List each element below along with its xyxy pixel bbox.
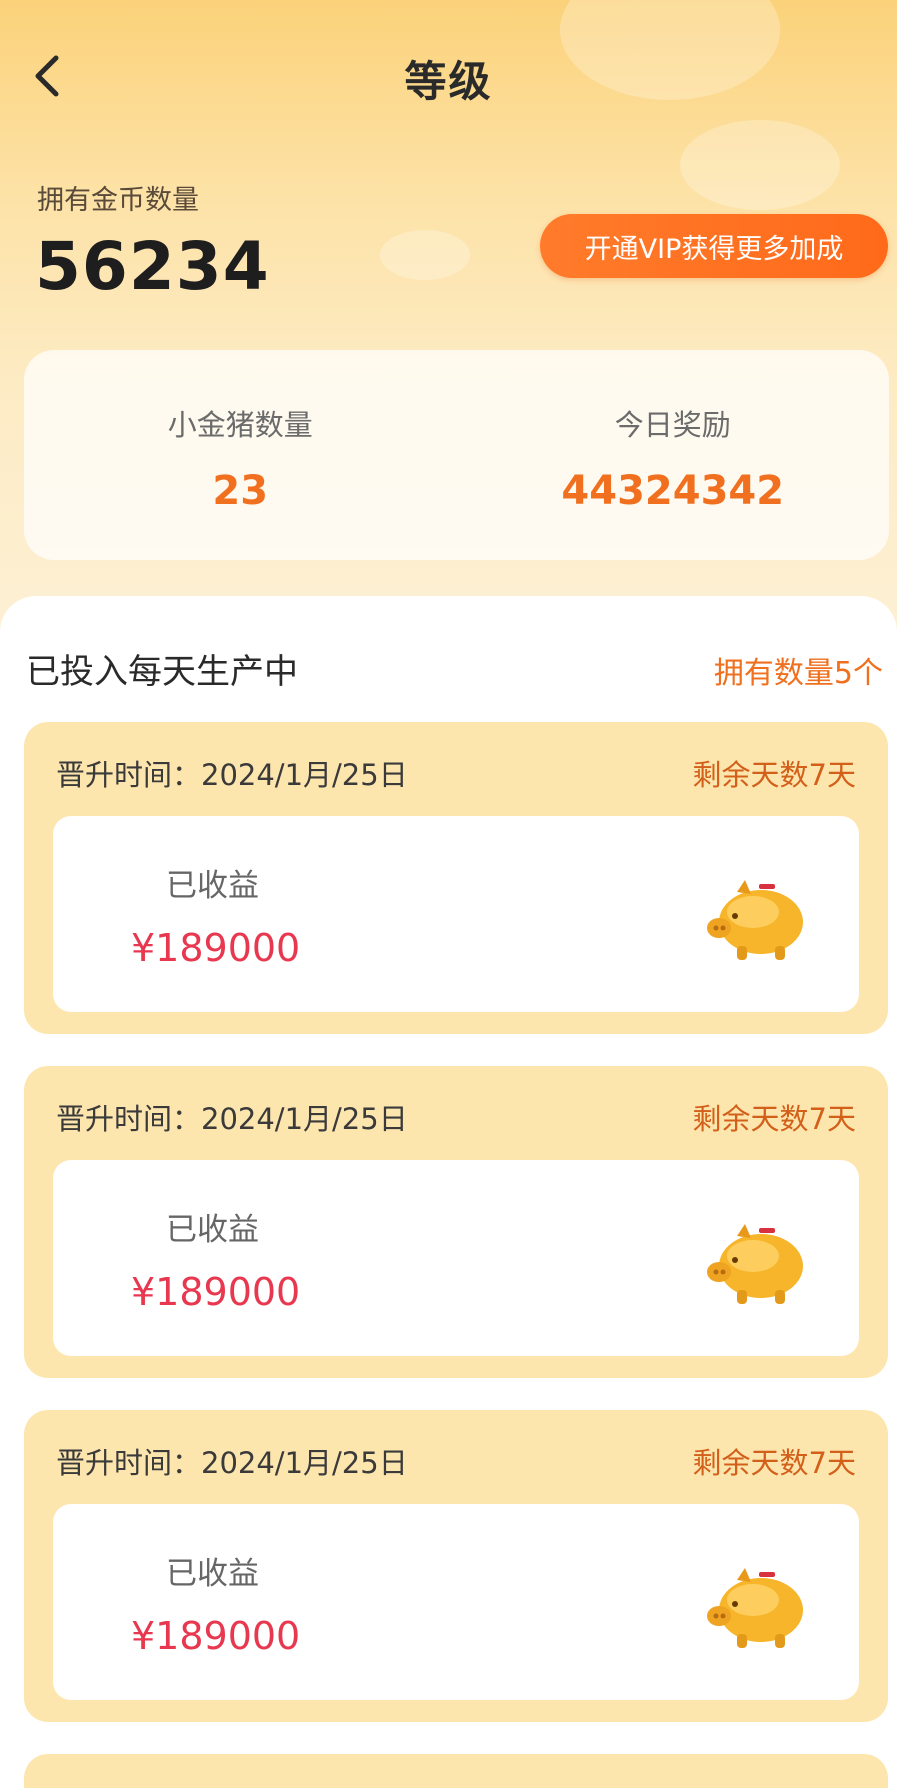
earnings-panel: 已收益 ¥189000 — [53, 816, 859, 1012]
earned-label: 已收益 — [166, 1556, 259, 1592]
section-title: 已投入每天生产中 — [26, 652, 298, 692]
remaining-days: 剩余天数7天 — [692, 1102, 856, 1136]
earned-value: ¥189000 — [131, 926, 301, 970]
promotion-time: 晋升时间：2024/1月/25日 — [56, 1446, 408, 1480]
nav-bar: 等级 — [0, 30, 897, 120]
coin-count-value: 56234 — [35, 228, 270, 305]
hero-header: 等级 拥有金币数量 56234 开通VIP获得更多加成 小金猪数量 23 今日奖… — [0, 0, 897, 640]
stats-card: 小金猪数量 23 今日奖励 44324342 — [24, 350, 889, 560]
earned-label: 已收益 — [166, 1212, 259, 1248]
vip-upgrade-button[interactable]: 开通VIP获得更多加成 — [540, 214, 888, 278]
stat-today-reward: 今日奖励 44324342 — [457, 350, 890, 560]
decor-blob — [380, 230, 470, 280]
stat-value: 23 — [212, 468, 269, 514]
decor-blob — [680, 120, 840, 210]
stat-pig-count: 小金猪数量 23 — [24, 350, 457, 560]
pig-item-card[interactable]: 晋升时间：2024/1月/25日 剩余天数7天 已收益 ¥189000 — [24, 722, 888, 1034]
remaining-days: 剩余天数7天 — [692, 1446, 856, 1480]
golden-pig-icon — [707, 1568, 803, 1648]
pig-item-card[interactable]: 晋升时间：2024/1月/25日 剩余天数7天 已收益 ¥189000 — [24, 1066, 888, 1378]
earnings-panel: 已收益 ¥189000 — [53, 1504, 859, 1700]
promotion-time: 晋升时间：2024/1月/25日 — [56, 1102, 408, 1136]
coin-count-label: 拥有金币数量 — [37, 185, 199, 216]
stat-label: 今日奖励 — [614, 408, 731, 442]
earned-value: ¥189000 — [131, 1614, 301, 1658]
section-count: 拥有数量5个 — [713, 656, 883, 691]
golden-pig-icon — [707, 880, 803, 960]
stat-value: 44324342 — [561, 468, 785, 514]
promotion-time: 晋升时间：2024/1月/25日 — [56, 758, 408, 792]
golden-pig-icon — [707, 1224, 803, 1304]
earnings-panel: 已收益 ¥189000 — [53, 1160, 859, 1356]
production-sheet: 已投入每天生产中 拥有数量5个 晋升时间：2024/1月/25日 剩余天数7天 … — [0, 596, 897, 1788]
earned-value: ¥189000 — [131, 1270, 301, 1314]
stat-label: 小金猪数量 — [167, 408, 313, 442]
remaining-days: 剩余天数7天 — [692, 758, 856, 792]
page-title: 等级 — [404, 57, 493, 106]
pig-item-card-partial[interactable] — [24, 1754, 888, 1788]
pig-item-card[interactable]: 晋升时间：2024/1月/25日 剩余天数7天 已收益 ¥189000 — [24, 1410, 888, 1722]
earned-label: 已收益 — [166, 868, 259, 904]
